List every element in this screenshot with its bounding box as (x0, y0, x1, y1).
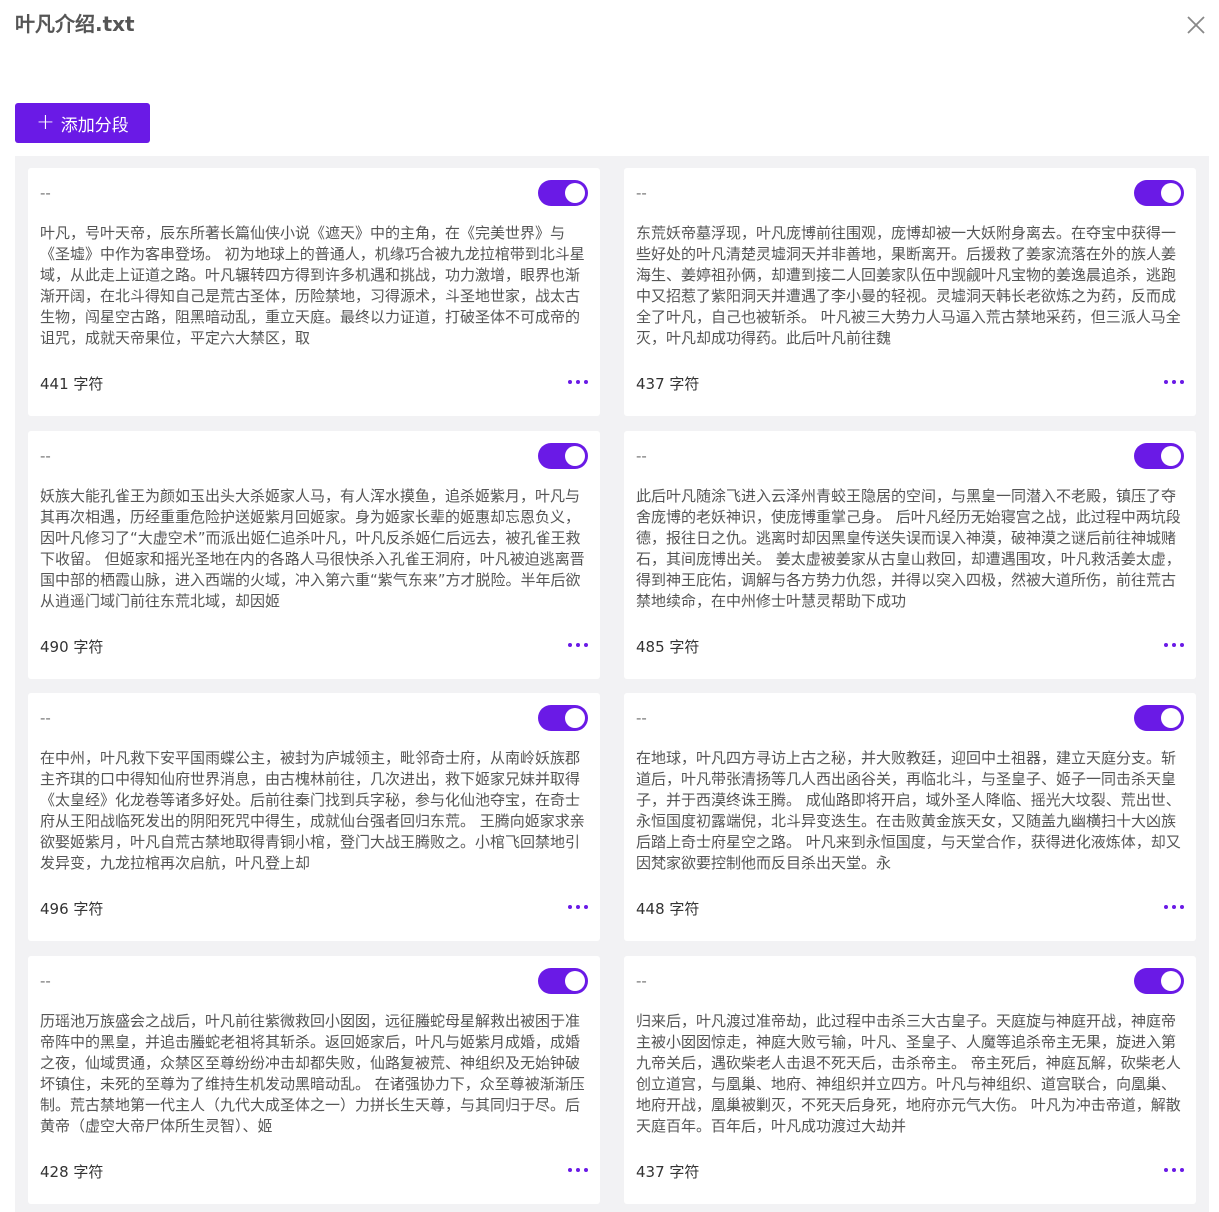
toggle-knob (1161, 708, 1181, 728)
segment-text[interactable]: 妖族大能孔雀王为颜如玉出头大杀姬家人马，有人浑水摸鱼，追杀姬紫月，叶凡与其再次相… (40, 486, 586, 612)
close-icon (1187, 16, 1205, 34)
more-dots-icon (576, 1168, 580, 1172)
segment-char-count: 496 字符 (40, 900, 104, 918)
more-dots-icon (568, 380, 572, 384)
more-dots-icon (576, 905, 580, 909)
segment-char-count: 437 字符 (636, 1163, 700, 1181)
segment-grid: -- 叶凡，号叶天帝，辰东所著长篇仙侠小说《遮天》中的主角，在《完美世界》与《圣… (15, 156, 1209, 1212)
segment-char-count: 490 字符 (40, 638, 104, 656)
page-title: 叶凡介绍.txt (15, 12, 135, 36)
toggle-knob (1161, 446, 1181, 466)
close-button[interactable] (1183, 12, 1209, 38)
segment-title: -- (40, 447, 51, 465)
more-dots-icon (1172, 380, 1176, 384)
add-segment-button[interactable]: + 添加分段 (15, 103, 150, 143)
segment-card: -- 归来后，叶凡渡过准帝劫，此过程中击杀三大古皇子。天庭旋与神庭开战，神庭帝主… (624, 956, 1196, 1204)
segment-enable-toggle[interactable] (538, 968, 588, 994)
more-dots-icon (1180, 1168, 1184, 1172)
more-dots-icon (1164, 1168, 1168, 1172)
more-dots-icon (584, 643, 588, 647)
segment-text[interactable]: 此后叶凡随涂飞进入云泽州青蛟王隐居的空间，与黑皇一同潜入不老殿，镇压了夺舍庞博的… (636, 486, 1182, 612)
more-options-button[interactable] (568, 1160, 588, 1180)
segment-enable-toggle[interactable] (1134, 443, 1184, 469)
segment-card: -- 历瑶池万族盛会之战后，叶凡前往紫微救回小囡囡，远征螣蛇母星解救出被困于准帝… (28, 956, 600, 1204)
segment-card: -- 叶凡，号叶天帝，辰东所著长篇仙侠小说《遮天》中的主角，在《完美世界》与《圣… (28, 168, 600, 416)
segment-title: -- (636, 972, 647, 990)
segment-char-count: 448 字符 (636, 900, 700, 918)
segment-card: -- 东荒妖帝墓浮现，叶凡庞博前往围观，庞博却被一大妖附身离去。在夺宝中获得一些… (624, 168, 1196, 416)
more-dots-icon (1180, 380, 1184, 384)
more-dots-icon (1172, 905, 1176, 909)
more-dots-icon (568, 643, 572, 647)
segment-char-count: 485 字符 (636, 638, 700, 656)
segment-text[interactable]: 叶凡，号叶天帝，辰东所著长篇仙侠小说《遮天》中的主角，在《完美世界》与《圣墟》中… (40, 223, 586, 349)
segment-char-count: 437 字符 (636, 375, 700, 393)
add-segment-label: 添加分段 (60, 115, 129, 136)
segment-enable-toggle[interactable] (1134, 705, 1184, 731)
segment-char-count: 441 字符 (40, 375, 104, 393)
more-options-button[interactable] (568, 372, 588, 392)
more-dots-icon (1164, 643, 1168, 647)
segment-card: -- 在中州，叶凡救下安平国雨蝶公主，被封为庐城领主，毗邻奇士府，从南岭妖族郡主… (28, 693, 600, 941)
toggle-knob (1161, 183, 1181, 203)
segment-title: -- (40, 184, 51, 202)
segment-enable-toggle[interactable] (538, 705, 588, 731)
more-options-button[interactable] (568, 897, 588, 917)
segment-enable-toggle[interactable] (538, 443, 588, 469)
segment-title: -- (636, 709, 647, 727)
plus-icon: + (36, 110, 55, 135)
more-dots-icon (576, 380, 580, 384)
toggle-knob (565, 971, 585, 991)
more-dots-icon (1172, 643, 1176, 647)
segment-text[interactable]: 归来后，叶凡渡过准帝劫，此过程中击杀三大古皇子。天庭旋与神庭开战，神庭帝主被小囡… (636, 1011, 1182, 1137)
toggle-knob (565, 446, 585, 466)
more-options-button[interactable] (1164, 1160, 1184, 1180)
more-options-button[interactable] (568, 635, 588, 655)
segment-enable-toggle[interactable] (1134, 180, 1184, 206)
segment-title: -- (636, 447, 647, 465)
more-options-button[interactable] (1164, 897, 1184, 917)
dialog-header: 叶凡介绍.txt (0, 0, 1219, 50)
more-dots-icon (584, 905, 588, 909)
more-dots-icon (568, 1168, 572, 1172)
more-dots-icon (584, 380, 588, 384)
more-dots-icon (1172, 1168, 1176, 1172)
segment-text[interactable]: 在地球，叶凡四方寻访上古之秘，并大败教廷，迎回中土祖器，建立天庭分支。斩道后，叶… (636, 748, 1182, 874)
more-options-button[interactable] (1164, 635, 1184, 655)
segment-char-count: 428 字符 (40, 1163, 104, 1181)
segment-card: -- 在地球，叶凡四方寻访上古之秘，并大败教廷，迎回中土祖器，建立天庭分支。斩道… (624, 693, 1196, 941)
more-dots-icon (568, 905, 572, 909)
segment-title: -- (40, 709, 51, 727)
toggle-knob (565, 183, 585, 203)
more-options-button[interactable] (1164, 372, 1184, 392)
segment-card: -- 此后叶凡随涂飞进入云泽州青蛟王隐居的空间，与黑皇一同潜入不老殿，镇压了夺舍… (624, 431, 1196, 679)
segment-title: -- (636, 184, 647, 202)
segment-text[interactable]: 东荒妖帝墓浮现，叶凡庞博前往围观，庞博却被一大妖附身离去。在夺宝中获得一些好处的… (636, 223, 1182, 349)
segment-card: -- 妖族大能孔雀王为颜如玉出头大杀姬家人马，有人浑水摸鱼，追杀姬紫月，叶凡与其… (28, 431, 600, 679)
segment-enable-toggle[interactable] (1134, 968, 1184, 994)
more-dots-icon (576, 643, 580, 647)
more-dots-icon (1164, 905, 1168, 909)
segment-enable-toggle[interactable] (538, 180, 588, 206)
segment-title: -- (40, 972, 51, 990)
more-dots-icon (1164, 380, 1168, 384)
more-dots-icon (1180, 905, 1184, 909)
toggle-knob (1161, 971, 1181, 991)
segment-text[interactable]: 在中州，叶凡救下安平国雨蝶公主，被封为庐城领主，毗邻奇士府，从南岭妖族郡主齐琪的… (40, 748, 586, 874)
more-dots-icon (584, 1168, 588, 1172)
segment-text[interactable]: 历瑶池万族盛会之战后，叶凡前往紫微救回小囡囡，远征螣蛇母星解救出被困于准帝阵中的… (40, 1011, 586, 1137)
more-dots-icon (1180, 643, 1184, 647)
toggle-knob (565, 708, 585, 728)
